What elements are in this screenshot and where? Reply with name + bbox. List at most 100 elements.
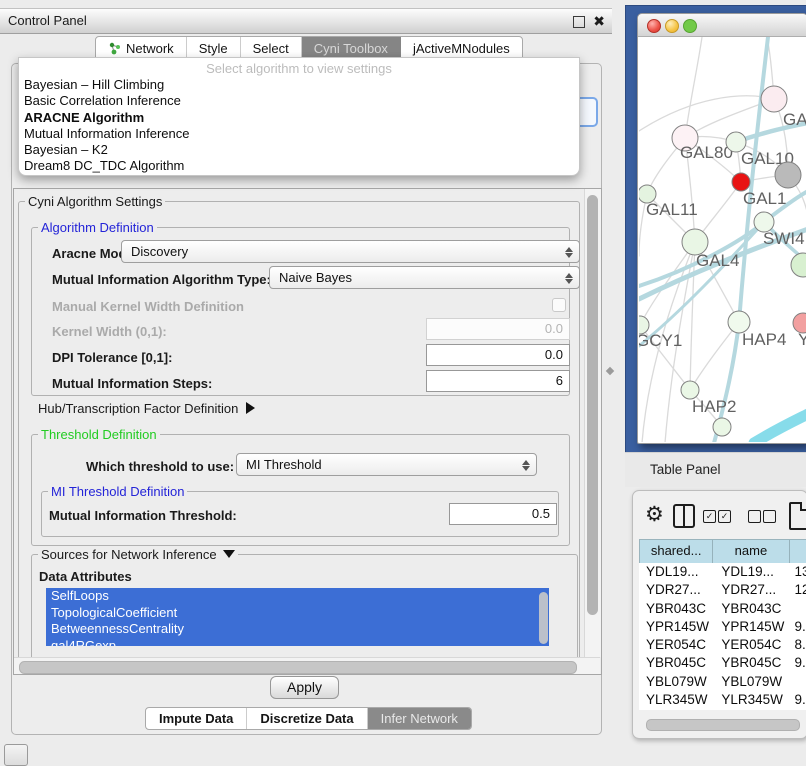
table-cell <box>790 673 806 691</box>
kernel-width-field[interactable]: 0.0 <box>426 318 570 340</box>
table-cell: YDR27... <box>639 581 712 599</box>
spinner-arrows-icon <box>563 271 574 285</box>
hub-definition-toggle[interactable]: Hub/Transcription Factor Definition <box>38 401 255 416</box>
network-node[interactable] <box>713 418 731 436</box>
horizontal-scrollbar-thumb[interactable] <box>19 661 577 674</box>
network-view-window[interactable]: GALGAL80GAL10GAL1GAL11SWI4GAL4GCY1HAP4YH… <box>637 13 806 444</box>
column-header[interactable]: name <box>713 540 789 563</box>
gear-icon[interactable]: ⚙ <box>645 501 664 529</box>
algorithm-dropdown-prompt: Select algorithm to view settings <box>19 58 579 77</box>
dpi-tolerance-field[interactable]: 0.0 <box>426 344 570 366</box>
data-attributes-label: Data Attributes <box>39 569 132 584</box>
mi-threshold-group-title: MI Threshold Definition <box>48 484 187 499</box>
network-edge[interactable] <box>690 322 739 390</box>
which-threshold-value: MI Threshold <box>246 457 322 472</box>
table-cell: 9. <box>790 691 806 709</box>
algorithm-option[interactable]: Bayesian – K2 <box>19 142 579 158</box>
table-row[interactable]: YDR27...YDR27...12 <box>639 581 806 599</box>
column-header[interactable] <box>790 540 806 563</box>
checked-checkbox-icon[interactable]: ✓ <box>718 510 731 523</box>
table-cell: YIL052C <box>712 709 790 710</box>
vertical-scrollbar-thumb[interactable] <box>587 195 598 615</box>
manual-kernel-width-checkbox[interactable] <box>552 298 566 312</box>
table-row[interactable]: YDL19...YDL19...13 <box>639 563 806 581</box>
table-cell: YBR045C <box>712 654 790 672</box>
which-threshold-select[interactable]: MI Threshold <box>236 453 537 476</box>
table-panel-window: ⚙ ✓ ✓ shared...name YDL19...YDL19...13YD… <box>632 490 806 739</box>
table-row[interactable]: YER054CYER054C8. <box>639 636 806 654</box>
network-canvas[interactable]: GALGAL80GAL10GAL1GAL11SWI4GAL4GCY1HAP4YH… <box>639 37 806 442</box>
close-traffic-light-icon[interactable] <box>647 19 661 33</box>
tab-discretize-data[interactable]: Discretize Data <box>247 708 367 729</box>
table-cell: YPR145W <box>712 618 790 636</box>
data-attributes-list[interactable]: SelfLoopsTopologicalCoefficientBetweenne… <box>46 588 549 646</box>
settings-vertical-scrollbar[interactable] <box>584 189 601 657</box>
aracne-mode-select[interactable]: Discovery <box>121 240 580 263</box>
algorithm-option[interactable]: Basic Correlation Inference <box>19 93 579 109</box>
column-header[interactable]: shared... <box>640 540 713 563</box>
node-label: Y <box>798 330 806 349</box>
table-row[interactable]: YLR345WYLR345W9. <box>639 691 806 709</box>
sources-title[interactable]: Sources for Network Inference <box>38 547 238 562</box>
table-cell: YER054C <box>639 636 712 654</box>
table-cell: 9 <box>790 709 806 710</box>
minimized-panel-button[interactable] <box>4 744 28 766</box>
network-node[interactable] <box>791 253 806 277</box>
table-cell: YBL079W <box>639 673 712 691</box>
splitter-handle[interactable] <box>606 367 614 375</box>
algorithm-option[interactable]: ARACNE Algorithm <box>19 110 579 126</box>
network-edge[interactable] <box>685 37 702 138</box>
table-panel-title: Table Panel <box>650 453 721 487</box>
zoom-traffic-light-icon[interactable] <box>683 19 697 33</box>
dpi-tolerance-label: DPI Tolerance [0,1]: <box>52 350 172 365</box>
attribute-item[interactable]: TopologicalCoefficient <box>46 605 549 622</box>
settings-horizontal-scrollbar[interactable] <box>14 657 600 674</box>
table-cell: YDL19... <box>712 563 790 581</box>
node-label: SWI4 <box>763 229 805 248</box>
tab-infer-network[interactable]: Infer Network <box>368 708 471 729</box>
attribute-item[interactable]: BetweennessCentrality <box>46 621 549 638</box>
table-cell: YLR345W <box>639 691 712 709</box>
algorithm-option[interactable]: Dream8 DC_TDC Algorithm <box>19 158 579 174</box>
mi-steps-field[interactable]: 6 <box>426 370 570 392</box>
tab-impute-data[interactable]: Impute Data <box>146 708 247 729</box>
mi-steps-label: Mutual Information Steps: <box>52 376 212 391</box>
table-row[interactable]: YBR043CYBR043C <box>639 600 806 618</box>
node-label: GAL <box>783 110 806 129</box>
attributes-list-scrollbar[interactable] <box>539 592 548 644</box>
control-panel-title: Control Panel <box>8 9 87 33</box>
attribute-item[interactable]: gal4RGexp <box>46 638 549 647</box>
unchecked-checkbox-icon[interactable] <box>763 510 776 523</box>
spinner-arrows-icon <box>520 458 531 472</box>
expanded-arrow-icon <box>223 550 235 558</box>
network-icon <box>108 42 121 55</box>
document-icon[interactable] <box>789 502 806 530</box>
table-horizontal-scrollbar[interactable] <box>646 719 800 731</box>
float-window-icon[interactable] <box>573 16 585 28</box>
spinner-arrows-icon <box>563 245 574 259</box>
network-node-gal[interactable] <box>761 86 787 112</box>
unchecked-checkbox-icon[interactable] <box>748 510 761 523</box>
node-label: GAL1 <box>743 189 786 208</box>
network-node[interactable] <box>775 162 801 188</box>
table-row[interactable]: YBL079WYBL079W <box>639 673 806 691</box>
algorithm-option[interactable]: Bayesian – Hill Climbing <box>19 77 579 93</box>
network-edge[interactable] <box>754 414 806 442</box>
table-row[interactable]: YPR145WYPR145W9. <box>639 618 806 636</box>
table-cell: 13 <box>790 563 806 581</box>
table-body: YDL19...YDL19...13YDR27...YDR27...12YBR0… <box>639 563 806 710</box>
sources-title-label: Sources for Network Inference <box>41 547 217 562</box>
table-cell: YDL19... <box>639 563 712 581</box>
mi-threshold-field[interactable]: 0.5 <box>449 503 557 525</box>
mi-algorithm-type-select[interactable]: Naive Bayes <box>269 266 580 289</box>
apply-button[interactable]: Apply <box>270 676 339 699</box>
algorithm-option[interactable]: Mutual Information Inference <box>19 126 579 142</box>
minimize-traffic-light-icon[interactable] <box>665 19 679 33</box>
network-window-titlebar[interactable] <box>638 14 806 37</box>
attribute-item[interactable]: SelfLoops <box>46 588 549 605</box>
close-icon[interactable]: ✖ <box>593 9 605 33</box>
columns-icon[interactable] <box>673 504 695 528</box>
table-row[interactable]: YBR045CYBR045C9. <box>639 654 806 672</box>
table-row[interactable]: YIL052CYIL052C9 <box>639 709 806 710</box>
checked-checkbox-icon[interactable]: ✓ <box>703 510 716 523</box>
